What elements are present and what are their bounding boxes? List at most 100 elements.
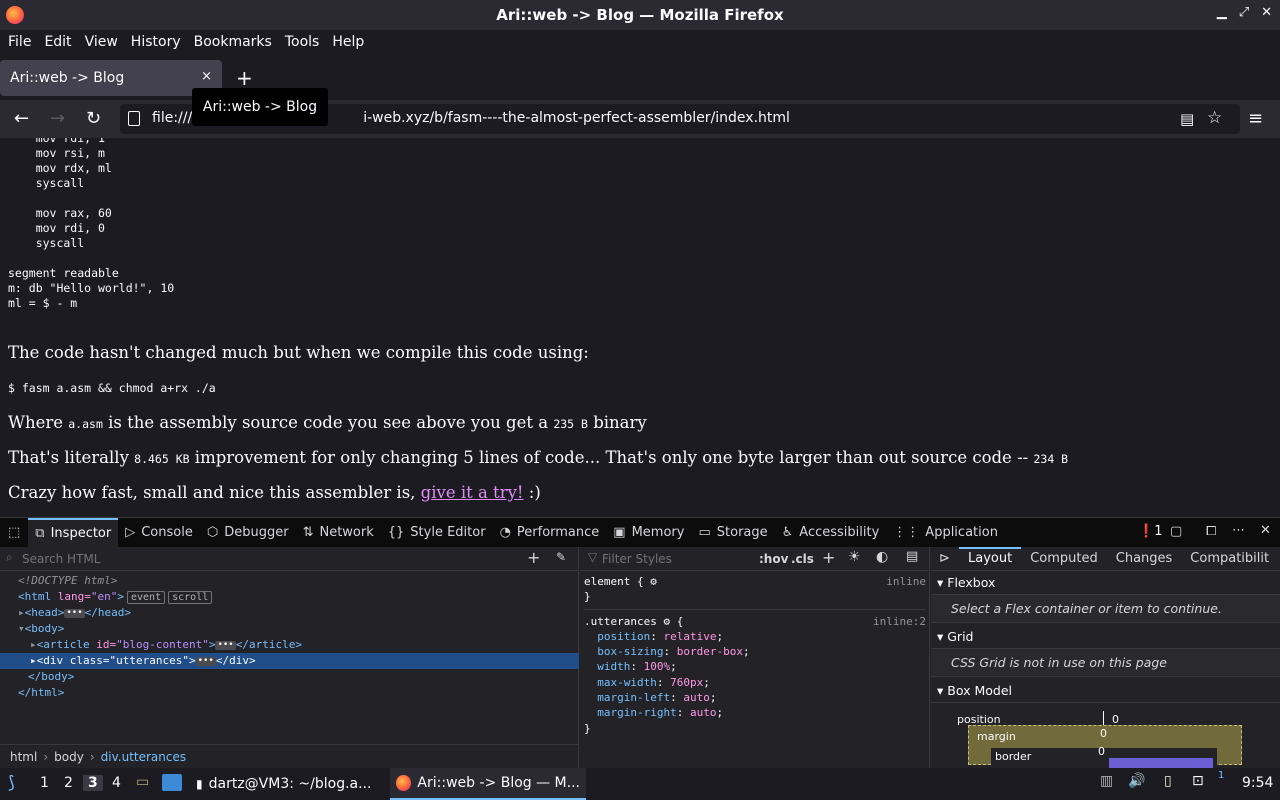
tab-inspector[interactable]: ⧉ Inspector — [28, 517, 119, 548]
decl-row[interactable]: max-width: 760px; — [584, 675, 926, 690]
tree-body-close[interactable]: </body> — [0, 669, 579, 685]
tree-body[interactable]: ▾<body> — [0, 621, 579, 637]
tab-application[interactable]: ⋮⋮ Application — [886, 518, 1005, 548]
clipboard-icon[interactable]: ▥ — [1100, 773, 1113, 789]
collapse-arrow-icon[interactable]: ▾ — [18, 622, 25, 635]
start-menu-icon[interactable]: ⟆ — [8, 773, 15, 793]
sidebar-toggle-icon[interactable]: ⊳ — [931, 547, 959, 571]
close-devtools-icon[interactable]: ✕ — [1260, 523, 1271, 538]
tab-style-editor[interactable]: {} Style Editor — [381, 518, 493, 548]
light-theme-icon[interactable]: ☀ — [848, 549, 861, 565]
decl-row[interactable]: margin-left: auto; — [584, 690, 926, 705]
tab-debugger[interactable]: ⬡ Debugger — [200, 518, 296, 548]
utterances-rule[interactable]: .utterances ⚙ {inline:2 — [584, 608, 926, 629]
close-window-button[interactable]: ✕ — [1261, 5, 1272, 20]
add-rule-icon[interactable]: + — [822, 548, 835, 567]
notification-icon[interactable]: 1 — [1218, 770, 1224, 781]
taskbar-terminal[interactable]: ▮ dartz@VM3: ~/blog.a... — [190, 768, 386, 800]
breadcrumb-div-utterances[interactable]: div.utterances — [101, 750, 186, 764]
volume-icon[interactable]: 🔊 — [1128, 773, 1145, 789]
breadcrumb-html[interactable]: html — [10, 750, 37, 764]
maximize-button[interactable]: ⤢ — [1239, 5, 1249, 20]
dark-theme-icon[interactable]: ◐ — [876, 549, 888, 565]
tab-storage[interactable]: ▭ Storage — [691, 518, 774, 548]
border-box[interactable]: border 0 — [991, 745, 1217, 768]
tab-layout[interactable]: Layout — [959, 547, 1022, 571]
browser-tab[interactable]: Ari::web -> Blog × — [0, 60, 222, 96]
menu-edit[interactable]: Edit — [44, 34, 71, 50]
filter-styles-input[interactable]: Filter Styles — [602, 552, 672, 566]
padding-box[interactable] — [1109, 758, 1213, 768]
menu-history[interactable]: History — [131, 34, 181, 50]
event-badge[interactable]: event — [127, 591, 166, 604]
menu-tools[interactable]: Tools — [285, 34, 320, 50]
breadcrumb-body[interactable]: body — [54, 750, 84, 764]
hov-toggle[interactable]: :hov — [759, 552, 788, 566]
bookmark-star-icon[interactable]: ☆ — [1207, 108, 1222, 128]
margin-box[interactable]: margin 0 border 0 — [968, 725, 1242, 768]
notes-icon[interactable]: ▯ — [1164, 773, 1172, 789]
responsive-design-icon[interactable]: ▢ — [1170, 524, 1182, 539]
tab-memory[interactable]: ▣ Memory — [606, 518, 691, 548]
file-manager-icon[interactable]: ▭ — [136, 774, 149, 790]
border-top-value[interactable]: 0 — [1098, 745, 1105, 758]
gear-icon[interactable]: ⚙ — [650, 575, 657, 588]
minimize-button[interactable]: ▁ — [1217, 5, 1227, 20]
back-icon[interactable]: ← — [14, 108, 29, 129]
search-html-input[interactable]: Search HTML — [22, 552, 100, 566]
expand-arrow-icon[interactable]: ▸ — [18, 606, 25, 619]
menu-view[interactable]: View — [85, 34, 118, 50]
give-it-a-try-link[interactable]: give it a try! — [421, 483, 524, 502]
tab-performance[interactable]: ◔ Performance — [493, 518, 607, 548]
tab-compatibility[interactable]: Compatibilit — [1181, 547, 1278, 571]
search-html-bar[interactable]: ⌕ Search HTML + ✎ — [0, 547, 579, 571]
workspace-2[interactable]: 2 — [64, 775, 73, 791]
menu-bookmarks[interactable]: Bookmarks — [194, 34, 272, 50]
tab-changes[interactable]: Changes — [1107, 547, 1182, 571]
menu-help[interactable]: Help — [332, 34, 364, 50]
error-indicator[interactable]: ❗1 — [1138, 524, 1162, 539]
tree-head[interactable]: ▸<head> ••• </head> — [0, 605, 579, 621]
network-status-icon[interactable]: ⊡ — [1192, 773, 1204, 789]
scroll-badge[interactable]: scroll — [168, 591, 213, 604]
tree-article[interactable]: ▸<article id="blog-content"> ••• </article… — [0, 637, 579, 653]
reload-icon[interactable]: ↻ — [86, 108, 101, 129]
tab-network[interactable]: ⇅ Network — [296, 518, 381, 548]
tab-computed[interactable]: Computed — [1021, 547, 1107, 571]
expand-arrow-icon[interactable]: ▸ — [30, 638, 37, 651]
reader-view-icon[interactable]: ▤ — [1180, 110, 1194, 128]
desktop-icon[interactable] — [162, 774, 182, 791]
element-rule[interactable]: element { ⚙ inline — [584, 574, 926, 589]
gear-icon[interactable]: ⚙ — [663, 615, 670, 628]
tab-close-icon[interactable]: × — [201, 69, 212, 84]
decl-row[interactable]: margin-right: auto; — [584, 705, 926, 720]
workspace-4[interactable]: 4 — [112, 775, 121, 791]
hamburger-menu-icon[interactable]: ≡ — [1248, 108, 1263, 129]
tree-html-close[interactable]: </html> — [0, 685, 579, 701]
add-node-icon[interactable]: + — [527, 548, 540, 567]
tab-console[interactable]: ▷ Console — [118, 518, 200, 548]
decl-row[interactable]: box-sizing: border-box; — [584, 644, 926, 659]
decl-row[interactable]: position: relative; — [584, 629, 926, 644]
pick-element-icon[interactable]: ⬚ — [0, 518, 28, 548]
cls-toggle[interactable]: .cls — [791, 552, 814, 566]
grid-header[interactable]: ▾ Grid — [931, 625, 1280, 649]
more-options-icon[interactable]: ⋯ — [1232, 523, 1245, 538]
print-media-icon[interactable]: ▤ — [906, 549, 918, 564]
eyedropper-icon[interactable]: ✎ — [556, 550, 566, 564]
dock-options-icon[interactable]: ⧠ — [1206, 524, 1216, 539]
tree-doctype[interactable]: <!DOCTYPE html> — [0, 573, 579, 589]
tree-div-utterances[interactable]: ▸<div class="utterances"> ••• </div> — [0, 653, 579, 669]
expand-arrow-icon[interactable]: ▸ — [30, 654, 37, 667]
menu-file[interactable]: File — [8, 34, 31, 50]
new-tab-button[interactable]: + — [236, 66, 253, 90]
filter-styles-bar[interactable]: ▽ Filter Styles :hov .cls + ☀ ◐ ▤ — [580, 547, 930, 571]
tab-accessibility[interactable]: ♿ Accessibility — [775, 518, 887, 548]
flexbox-header[interactable]: ▾ Flexbox — [931, 571, 1280, 595]
decl-row[interactable]: width: 100%; — [584, 659, 926, 674]
forward-icon[interactable]: → — [50, 108, 65, 129]
boxmodel-header[interactable]: ▾ Box Model — [931, 679, 1280, 703]
taskbar-firefox[interactable]: Ari::web -> Blog — M... — [390, 768, 586, 800]
workspace-1[interactable]: 1 — [40, 775, 49, 791]
workspace-3[interactable]: 3 — [83, 775, 103, 791]
